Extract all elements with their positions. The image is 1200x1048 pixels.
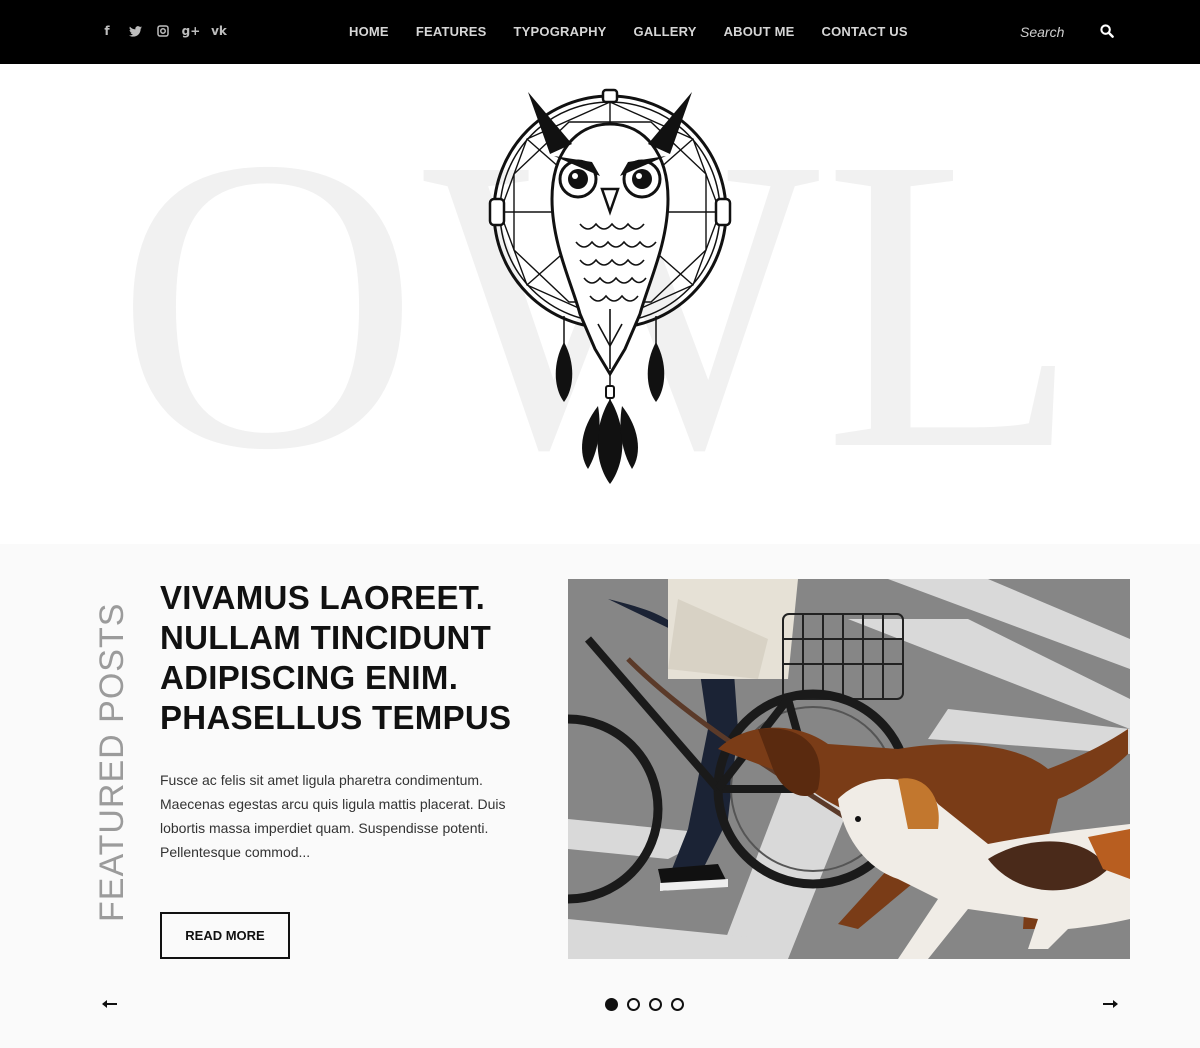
- slider-dot-3[interactable]: [649, 998, 662, 1011]
- owl-dreamcatcher-logo[interactable]: [480, 84, 740, 494]
- top-navigation-bar: f g+ vk HOME FEATURES TYPOGRAPHY GALLERY…: [0, 0, 1200, 64]
- search-input[interactable]: [1020, 22, 1090, 42]
- nav-typography[interactable]: TYPOGRAPHY: [514, 24, 607, 40]
- arrow-left-icon[interactable]: [100, 994, 120, 1014]
- twitter-icon[interactable]: [128, 22, 142, 40]
- slider-dot-2[interactable]: [627, 998, 640, 1011]
- google-plus-icon[interactable]: g+: [182, 22, 201, 40]
- featured-posts-label: FEATURED POSTS: [93, 602, 131, 922]
- hero-section: OWL: [0, 64, 1200, 544]
- social-links: f g+ vk: [100, 22, 227, 40]
- search-icon[interactable]: [1100, 24, 1116, 40]
- nav-features[interactable]: FEATURES: [416, 24, 487, 40]
- slider-dot-4[interactable]: [671, 998, 684, 1011]
- nav-about-me[interactable]: ABOUT ME: [724, 24, 795, 40]
- slider-pagination: [605, 998, 684, 1011]
- nav-contact-us[interactable]: CONTACT US: [822, 24, 908, 40]
- featured-posts-section: FEATURED POSTS VIVAMUS LAOREET. NULLAM T…: [0, 544, 1200, 1048]
- main-menu: HOME FEATURES TYPOGRAPHY GALLERY ABOUT M…: [349, 24, 908, 40]
- post-image[interactable]: [568, 579, 1130, 959]
- read-more-button[interactable]: READ MORE: [160, 912, 290, 959]
- slider-dot-1[interactable]: [605, 998, 618, 1011]
- vk-icon[interactable]: vk: [211, 22, 227, 40]
- post-title[interactable]: VIVAMUS LAOREET. NULLAM TINCIDUNT ADIPIS…: [160, 578, 540, 738]
- nav-home[interactable]: HOME: [349, 24, 389, 40]
- arrow-right-icon[interactable]: [1100, 994, 1120, 1014]
- post-excerpt: Fusce ac felis sit amet ligula pharetra …: [160, 772, 506, 860]
- facebook-icon[interactable]: f: [100, 22, 114, 40]
- instagram-icon[interactable]: [156, 22, 170, 40]
- nav-gallery[interactable]: GALLERY: [634, 24, 697, 40]
